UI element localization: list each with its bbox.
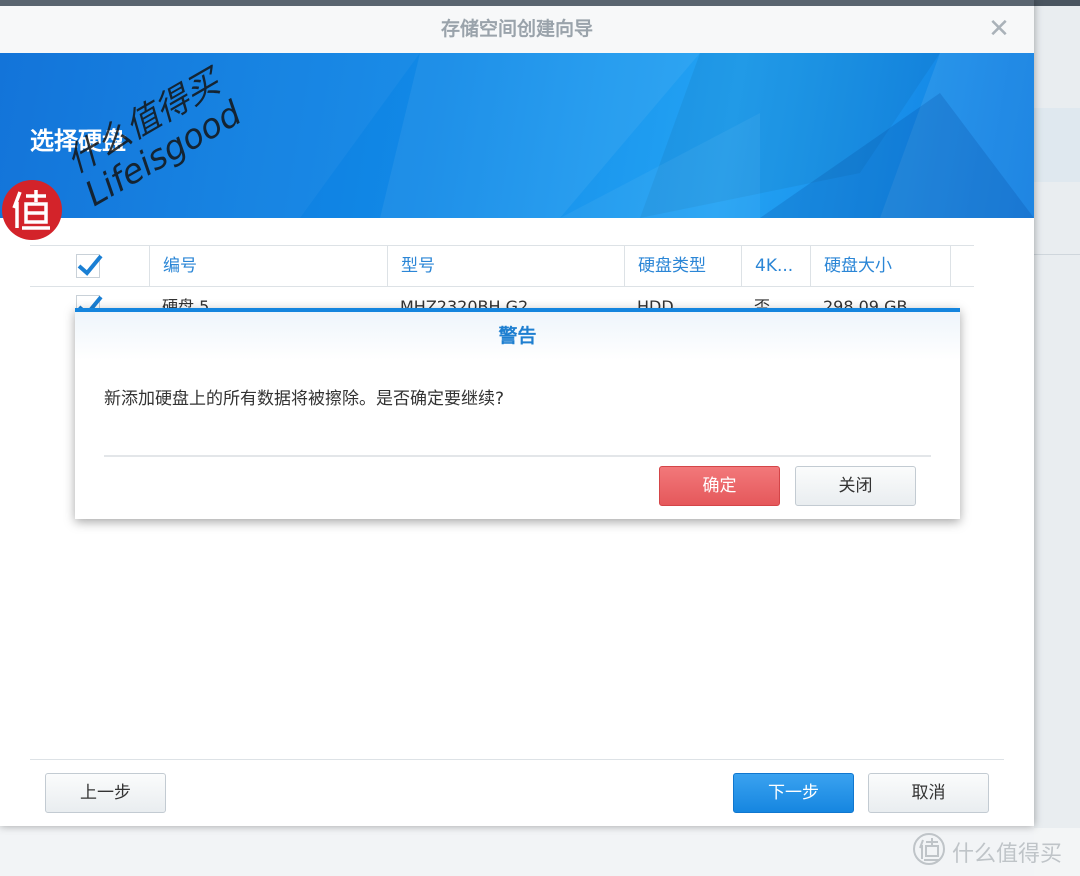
select-all-checkbox[interactable] bbox=[76, 254, 103, 278]
confirm-button[interactable]: 确定 bbox=[659, 466, 780, 506]
next-button[interactable]: 下一步 bbox=[733, 773, 854, 813]
column-header-4k[interactable]: 4K... bbox=[741, 246, 810, 286]
dialog-title: 警告 bbox=[75, 312, 960, 360]
column-header-type[interactable]: 硬盘类型 bbox=[624, 246, 741, 286]
cancel-button[interactable]: 取消 bbox=[868, 773, 989, 813]
dialog-message: 新添加硬盘上的所有数据将被擦除。是否确定要继续? bbox=[104, 389, 505, 409]
checkmark-icon bbox=[77, 254, 103, 276]
window-title: 存储空间创建向导 bbox=[0, 6, 1034, 54]
warning-dialog: 警告 新添加硬盘上的所有数据将被擦除。是否确定要继续? 确定 关闭 bbox=[75, 308, 960, 519]
column-header-id[interactable]: 编号 bbox=[149, 246, 387, 286]
column-header-size[interactable]: 硬盘大小 bbox=[810, 246, 950, 286]
desktop-background bbox=[1034, 0, 1080, 876]
table-header: 编号 型号 硬盘类型 4K... 硬盘大小 bbox=[30, 245, 974, 287]
close-icon[interactable]: ✕ bbox=[986, 16, 1012, 42]
column-header-extra bbox=[950, 246, 974, 286]
dialog-close-button[interactable]: 关闭 bbox=[795, 466, 916, 506]
column-header-model[interactable]: 型号 bbox=[387, 246, 624, 286]
corner-logo-icon bbox=[913, 833, 945, 865]
prev-button[interactable]: 上一步 bbox=[45, 773, 166, 813]
dialog-divider bbox=[104, 455, 931, 457]
footer-divider bbox=[30, 759, 1004, 760]
corner-watermark-text: 什么值得买 bbox=[952, 842, 1063, 867]
